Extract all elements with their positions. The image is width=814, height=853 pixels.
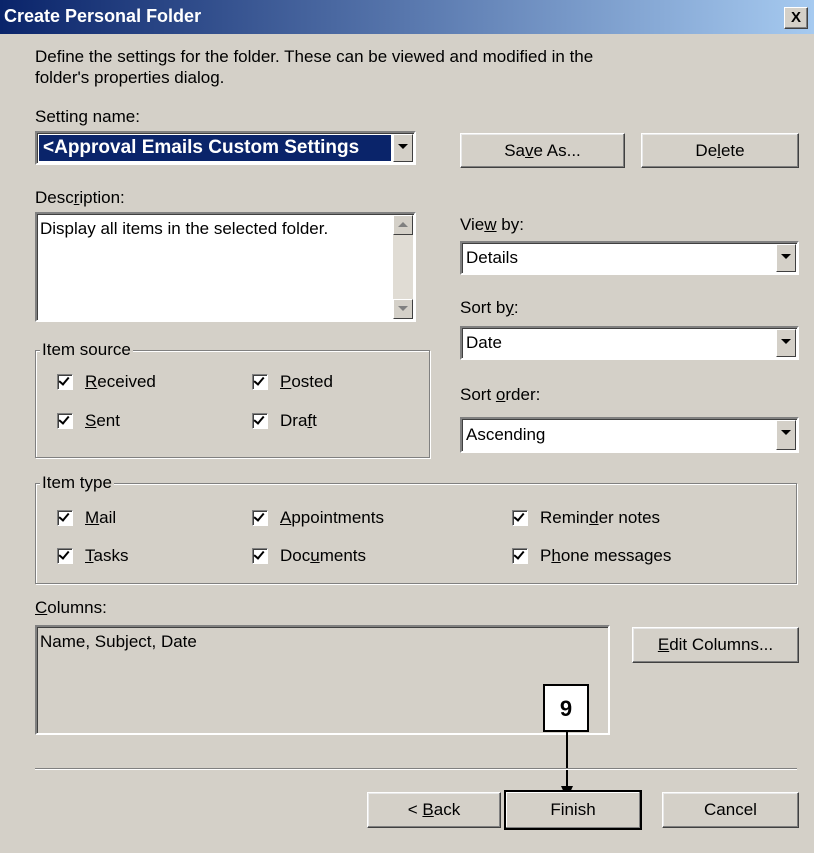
intro-text-line2: folder's properties dialog. [35,68,225,87]
sort-by-label: Sort by: [460,298,519,317]
dropdown-arrow-icon [781,254,791,259]
reminder-notes-label: Reminder notes [540,508,661,527]
view-by-combo[interactable]: Details [460,241,799,275]
view-by-value: Details [466,248,518,267]
setting-name-combo[interactable]: <Approval Emails Custom Settings [35,131,416,165]
sent-checkbox[interactable] [57,413,73,429]
documents-label: Documents [280,546,366,565]
view-by-dropdown-button[interactable] [776,244,796,272]
description-scrollbar[interactable] [393,215,413,319]
mail-label: Mail [85,508,117,527]
bottom-separator [35,768,797,770]
reminder-notes-checkbox[interactable] [512,510,528,526]
intro-text-line1: Define the settings for the folder. Thes… [35,47,594,66]
posted-label: Posted [280,372,333,391]
sort-by-value: Date [466,333,502,352]
sort-order-combo[interactable]: Ascending [460,417,799,453]
mail-checkbox[interactable] [57,510,73,526]
scroll-down-button[interactable] [393,299,413,319]
description-label: Description: [35,188,125,207]
item-source-title: Item source [40,340,133,360]
received-label: Received [85,372,156,391]
tasks-checkbox[interactable] [57,548,73,564]
item-source-group [35,350,430,458]
posted-checkbox[interactable] [252,374,268,390]
documents-checkbox[interactable] [252,548,268,564]
setting-name-label: Setting name: [35,107,140,126]
description-value: Display all items in the selected folder… [40,219,329,238]
back-button[interactable]: < Back [367,792,501,828]
scroll-up-button[interactable] [393,215,413,235]
scroll-down-icon [398,306,408,311]
view-by-label: View by: [460,215,524,234]
cancel-button[interactable]: Cancel [662,792,799,828]
close-icon: X [790,9,801,26]
columns-label: Columns: [35,598,107,617]
draft-label: Draft [280,411,317,430]
dropdown-arrow-icon [781,430,791,435]
finish-button[interactable]: Finish [504,790,642,830]
step-callout: 9 [543,684,589,732]
sent-label: Sent [85,411,120,430]
draft-checkbox[interactable] [252,413,268,429]
sort-order-dropdown-button[interactable] [776,420,796,450]
setting-name-dropdown-button[interactable] [393,134,413,162]
edit-columns-button[interactable]: Edit Columns... [632,627,799,663]
sort-order-value: Ascending [466,425,546,444]
setting-name-value: <Approval Emails Custom Settings [39,135,391,161]
item-type-group [35,483,797,584]
window-title: Create Personal Folder [4,6,202,26]
close-button[interactable]: X [784,7,808,29]
phone-messages-checkbox[interactable] [512,548,528,564]
sort-order-label: Sort order: [460,385,541,404]
save-as-button[interactable]: Save As... [460,133,625,168]
scroll-up-icon [398,222,408,227]
columns-display: Name, Subject, Date [35,625,610,735]
dropdown-arrow-icon [781,339,791,344]
tasks-label: Tasks [85,546,129,565]
sort-by-combo[interactable]: Date [460,326,799,360]
appointments-label: Appointments [280,508,384,527]
columns-value: Name, Subject, Date [40,632,197,651]
item-type-title: Item type [40,473,114,493]
sort-by-dropdown-button[interactable] [776,329,796,357]
appointments-checkbox[interactable] [252,510,268,526]
received-checkbox[interactable] [57,374,73,390]
dropdown-arrow-icon [398,144,408,149]
description-textarea[interactable]: Display all items in the selected folder… [35,212,416,322]
title-bar: Create Personal Folder X [0,0,814,34]
delete-button[interactable]: Delete [641,133,799,168]
phone-messages-label: Phone messages [540,546,672,565]
